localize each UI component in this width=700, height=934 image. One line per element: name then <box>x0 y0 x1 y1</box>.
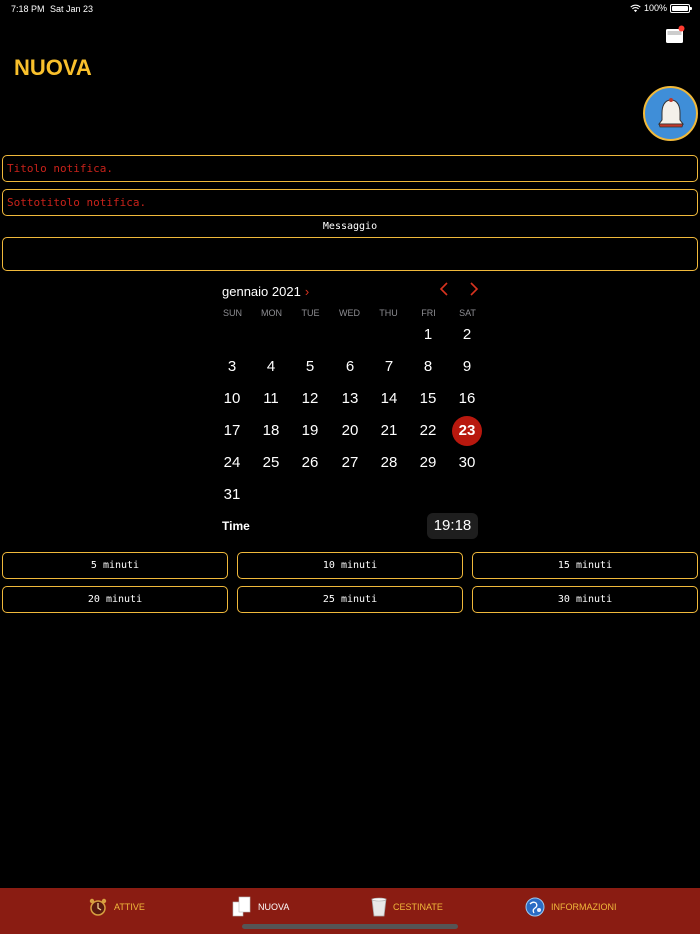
calendar-day[interactable]: 3 <box>217 352 247 382</box>
subtitle-placeholder: Sottotitolo notifica. <box>7 196 147 209</box>
tab-cestinate-label: CESTINATE <box>393 902 443 912</box>
calendar-day[interactable]: 18 <box>256 416 286 446</box>
quick-20-minutes-button[interactable]: 20 minuti <box>2 586 228 613</box>
quick-10-minutes-button[interactable]: 10 minuti <box>237 552 463 579</box>
calendar-day[interactable]: 7 <box>374 352 404 382</box>
status-time: 7:18 PM <box>11 4 45 14</box>
calendar-day[interactable]: 9 <box>452 352 482 382</box>
next-month-button[interactable] <box>469 282 479 301</box>
calendar-day[interactable]: 22 <box>413 416 443 446</box>
calendar-day[interactable]: 14 <box>374 384 404 414</box>
weekday-sun: SUN <box>222 308 242 318</box>
calendar-day[interactable]: 2 <box>452 320 482 350</box>
month-year-button[interactable]: gennaio 2021 › <box>222 284 309 299</box>
wifi-icon <box>630 4 641 12</box>
calendar-day[interactable]: 24 <box>217 448 247 478</box>
quick-25-minutes-button[interactable]: 25 minuti <box>237 586 463 613</box>
calendar-day[interactable]: 11 <box>256 384 286 414</box>
calendar-day[interactable]: 13 <box>335 384 365 414</box>
home-indicator[interactable] <box>242 924 458 929</box>
trash-bin-icon <box>371 897 387 917</box>
tab-cestinate[interactable]: CESTINATE <box>371 896 443 918</box>
battery-percent: 100% <box>643 3 667 13</box>
calendar-day[interactable]: 31 <box>217 480 247 510</box>
calendar-day[interactable]: 12 <box>295 384 325 414</box>
tab-attive[interactable]: ATTIVE <box>88 896 145 918</box>
calendar-day[interactable]: 17 <box>217 416 247 446</box>
weekday-fri: FRI <box>421 308 436 318</box>
calendar-day[interactable]: 10 <box>217 384 247 414</box>
new-document-icon <box>232 896 251 917</box>
weekday-sat: SAT <box>459 308 476 318</box>
tab-nuova[interactable]: NUOVA <box>232 896 289 918</box>
calendar-day[interactable]: 30 <box>452 448 482 478</box>
bell-icon <box>657 97 684 127</box>
status-right: 100% <box>630 3 692 13</box>
status-bar: 7:18 PM Sat Jan 23 100% <box>0 0 700 18</box>
alarm-clock-icon <box>89 898 107 916</box>
notification-title-input[interactable]: Titolo notifica. <box>2 155 698 182</box>
calendar-day[interactable]: 20 <box>335 416 365 446</box>
calendar-day[interactable]: 19 <box>295 416 325 446</box>
weekday-wed: WED <box>339 308 360 318</box>
weekday-mon: MON <box>261 308 282 318</box>
tab-informazioni-label: INFORMAZIONI <box>551 902 617 912</box>
calendar-day[interactable]: 21 <box>374 416 404 446</box>
tab-nuova-label: NUOVA <box>258 902 290 912</box>
battery-icon <box>670 3 692 13</box>
inbox-icon <box>666 25 685 43</box>
calendar-day[interactable]: 29 <box>413 448 443 478</box>
calendar-day[interactable]: 16 <box>452 384 482 414</box>
message-label: Messaggio <box>322 221 378 232</box>
tab-informazioni[interactable]: INFORMAZIONI <box>525 896 617 918</box>
calendar-day[interactable]: 26 <box>295 448 325 478</box>
weekday-thu: THU <box>379 308 398 318</box>
message-input[interactable] <box>2 237 698 271</box>
calendar-day[interactable]: 28 <box>374 448 404 478</box>
weekday-tue: TUE <box>301 308 320 318</box>
time-picker[interactable]: 19:18 <box>427 513 478 539</box>
calendar-day[interactable]: 8 <box>413 352 443 382</box>
status-date: Sat Jan 23 <box>50 4 94 14</box>
quick-15-minutes-button[interactable]: 15 minuti <box>472 552 698 579</box>
info-globe-icon <box>525 897 545 917</box>
calendar-day[interactable]: 1 <box>413 320 443 350</box>
chevron-left-icon <box>439 282 448 296</box>
calendar-day[interactable]: 25 <box>256 448 286 478</box>
page-title: NUOVA <box>14 55 92 80</box>
tab-attive-label: ATTIVE <box>114 902 145 912</box>
calendar-day[interactable]: 5 <box>295 352 325 382</box>
chevron-right-icon <box>470 282 479 296</box>
schedule-notification-button[interactable] <box>643 86 698 141</box>
previous-month-button[interactable] <box>439 282 449 301</box>
calendar-day[interactable]: 4 <box>256 352 286 382</box>
calendar-day[interactable]: 15 <box>413 384 443 414</box>
time-label: Time <box>222 519 250 533</box>
month-year-label: gennaio 2021 <box>222 284 301 299</box>
quick-5-minutes-button[interactable]: 5 minuti <box>2 552 228 579</box>
chevron-right-icon: › <box>304 284 310 299</box>
calendar-day-selected[interactable]: 23 <box>452 416 482 446</box>
inbox-button[interactable] <box>665 25 685 45</box>
calendar-day[interactable]: 27 <box>335 448 365 478</box>
title-placeholder: Titolo notifica. <box>7 162 113 175</box>
calendar-day[interactable]: 6 <box>335 352 365 382</box>
quick-30-minutes-button[interactable]: 30 minuti <box>472 586 698 613</box>
notification-subtitle-input[interactable]: Sottotitolo notifica. <box>2 189 698 216</box>
